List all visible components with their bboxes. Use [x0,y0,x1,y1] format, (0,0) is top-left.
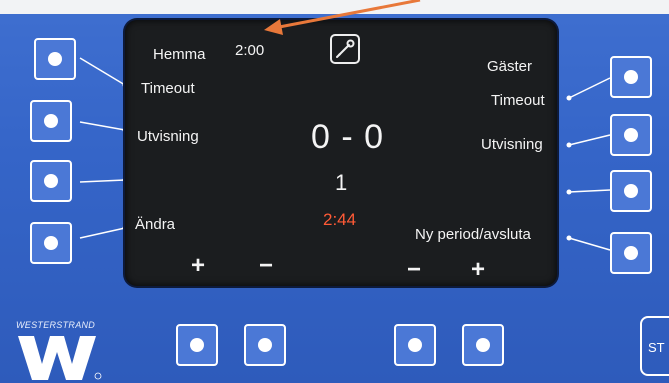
arrow-icon [264,0,421,35]
